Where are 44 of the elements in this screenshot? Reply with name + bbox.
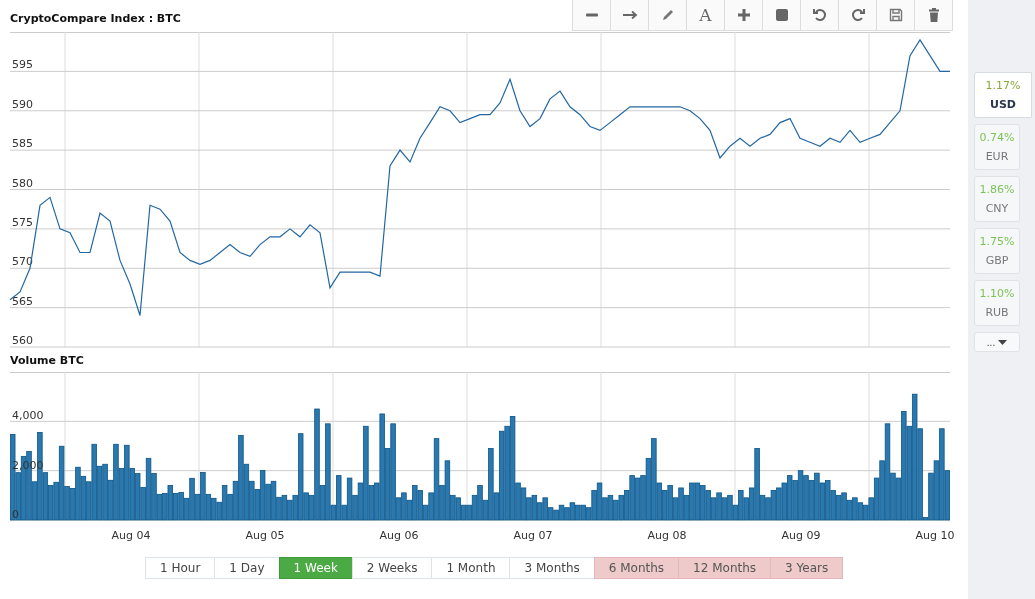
currency-code: USD xyxy=(990,98,1016,111)
range-tab[interactable]: 1 Day xyxy=(214,557,280,579)
axis-label: 585 xyxy=(12,137,33,151)
currency-code: GBP xyxy=(985,254,1009,267)
axis-label: Aug 08 xyxy=(647,529,687,542)
currency-tab[interactable]: 1.75% GBP xyxy=(974,228,1020,274)
axis-label: Aug 10 xyxy=(915,529,955,542)
currency-tab[interactable]: 1.17% USD xyxy=(974,72,1032,118)
currency-code: EUR xyxy=(985,150,1009,163)
range-tab[interactable]: 2 Weeks xyxy=(351,557,433,579)
change-percent: 1.10% xyxy=(979,287,1015,300)
range-tab[interactable]: 3 Months xyxy=(509,557,595,579)
range-tab[interactable]: 12 Months xyxy=(678,557,772,579)
currency-tab[interactable]: 0.74% EUR xyxy=(974,124,1020,170)
axis-label: 575 xyxy=(12,215,33,229)
axis-label: 565 xyxy=(12,294,33,308)
axis-label: 590 xyxy=(12,97,33,111)
axis-label: 580 xyxy=(12,176,33,190)
change-percent: 0.74% xyxy=(979,131,1015,144)
axis-label: Aug 07 xyxy=(513,529,553,542)
change-percent: 1.17% xyxy=(985,79,1021,92)
axis-label: 4,000 xyxy=(12,409,44,423)
change-percent: 1.75% xyxy=(979,235,1015,248)
change-percent: 1.86% xyxy=(979,183,1015,196)
range-tab[interactable]: 1 Hour xyxy=(145,557,216,579)
range-tab[interactable]: 6 Months xyxy=(593,557,680,579)
currency-tab[interactable]: 1.86% CNY xyxy=(974,176,1020,222)
currency-tab[interactable]: 1.10% RUB xyxy=(974,280,1020,326)
axis-label: 560 xyxy=(12,334,33,347)
range-tab[interactable]: 3 Years xyxy=(770,557,844,579)
currency-code: CNY xyxy=(985,202,1009,215)
chart-title: Volume BTC xyxy=(9,353,85,369)
axis-label: Aug 06 xyxy=(379,529,419,542)
more-dropdown[interactable]: ... xyxy=(974,332,1020,352)
axis-label: 0 xyxy=(12,508,19,521)
text-tool-button[interactable]: A xyxy=(686,0,724,30)
chart-title: CryptoCompare Index : BTC xyxy=(10,12,181,25)
range-tab[interactable]: 1 Week xyxy=(278,557,353,579)
range-tab[interactable]: 1 Month xyxy=(431,557,511,579)
axis-label: Aug 04 xyxy=(111,529,151,542)
axis-label: Aug 05 xyxy=(245,529,285,542)
axis-label: 595 xyxy=(12,58,33,72)
currency-code: RUB xyxy=(985,306,1009,319)
axis-label: Aug 09 xyxy=(781,529,821,542)
